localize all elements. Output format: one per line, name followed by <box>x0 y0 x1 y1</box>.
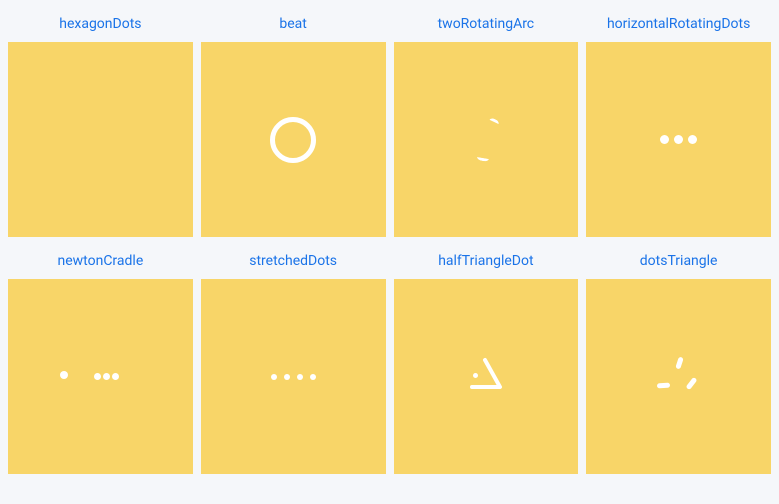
stretched-dots-icon <box>271 374 316 380</box>
two-rotating-arc-icon <box>461 115 511 165</box>
half-triangle-dot-icon <box>461 357 511 397</box>
loader-title-link[interactable]: dotsTriangle <box>640 245 718 279</box>
beat-ring-icon <box>270 117 316 163</box>
dots-triangle-icon <box>649 355 709 399</box>
loader-title-link[interactable]: hexagonDots <box>59 8 141 42</box>
loader-grid: hexagonDots beat twoRotatingArc horizont… <box>8 8 771 474</box>
loader-card-newtonCradle: newtonCradle <box>8 245 193 474</box>
loader-card-horizontalRotatingDots: horizontalRotatingDots <box>586 8 771 237</box>
newton-cradle-icon <box>60 367 140 387</box>
loader-card-beat: beat <box>201 8 386 237</box>
loader-title-link[interactable]: newtonCradle <box>57 245 143 279</box>
loader-card-twoRotatingArc: twoRotatingArc <box>394 8 579 237</box>
loader-title-link[interactable]: horizontalRotatingDots <box>607 8 750 42</box>
loader-preview <box>394 42 579 237</box>
loader-preview <box>8 279 193 474</box>
loader-preview <box>586 42 771 237</box>
loader-preview <box>586 279 771 474</box>
loader-card-stretchedDots: stretchedDots <box>201 245 386 474</box>
loader-title-link[interactable]: beat <box>279 8 306 42</box>
loader-preview <box>8 42 193 237</box>
loader-title-link[interactable]: halfTriangleDot <box>438 245 533 279</box>
loader-card-dotsTriangle: dotsTriangle <box>586 245 771 474</box>
loader-card-hexagonDots: hexagonDots <box>8 8 193 237</box>
loader-preview <box>201 42 386 237</box>
loader-title-link[interactable]: twoRotatingArc <box>438 8 535 42</box>
horizontal-dots-icon <box>660 135 697 144</box>
loader-card-halfTriangleDot: halfTriangleDot <box>394 245 579 474</box>
loader-title-link[interactable]: stretchedDots <box>249 245 337 279</box>
loader-preview <box>201 279 386 474</box>
loader-preview <box>394 279 579 474</box>
